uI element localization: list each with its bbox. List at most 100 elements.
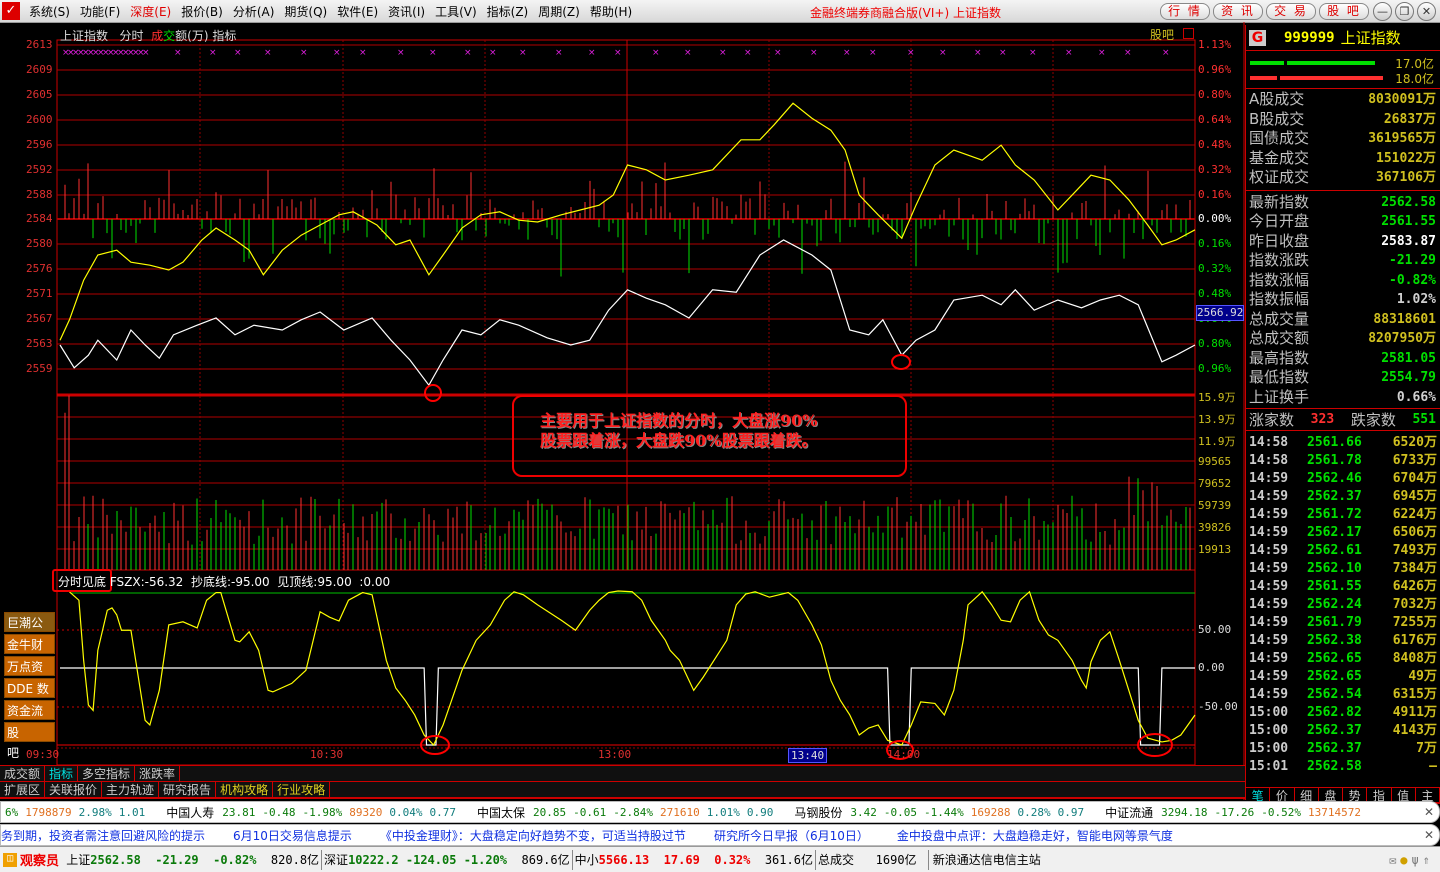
close-icon[interactable]: ✕ [1417, 2, 1436, 21]
trade-amount: 7255万 [1392, 615, 1437, 630]
trade-price: 2562.37 [1307, 741, 1362, 756]
close-news-icon[interactable]: ✕ [1424, 828, 1434, 842]
panel-tab[interactable]: 主 [1416, 788, 1440, 803]
sidebar-button[interactable]: 金牛财经 [4, 634, 55, 672]
sidebar-button[interactable]: 巨潮公告 [4, 612, 55, 650]
tab[interactable]: 成交额 [0, 766, 46, 782]
sidebar-button[interactable]: 资金流向 [4, 700, 55, 738]
tab[interactable]: 涨跌率 [135, 766, 181, 782]
news-item[interactable]: 6月10日交易信息提示 [233, 827, 352, 844]
restore-icon[interactable]: ❐ [1395, 2, 1414, 21]
tab[interactable]: 研究报告 [159, 782, 217, 798]
tab-fenshi[interactable]: 分时 [119, 29, 143, 43]
tab[interactable]: 多空指标 [78, 766, 136, 782]
signal-marker: × [359, 48, 367, 58]
tab[interactable]: 扩展区 [0, 782, 46, 798]
stat-label: A股成交 [1249, 90, 1305, 108]
stat-row: 最高指数 2581.05 [1246, 349, 1440, 369]
coin-icon[interactable]: ● [1400, 853, 1411, 867]
stat-row: A股成交 8030091万 [1246, 90, 1440, 110]
tab[interactable]: 指标 [45, 766, 79, 782]
trade-button[interactable]: 交 易 [1266, 3, 1316, 20]
trade-price: 2562.37 [1307, 723, 1362, 738]
tab[interactable]: 行业攻略 [273, 782, 331, 798]
trade-price: 2562.82 [1307, 705, 1362, 720]
stock-ticker[interactable]: 6% 1798879 2.98% 1.01 中国人寿 23.81 -0.48 -1.98% 89… [0, 801, 1440, 823]
price-axis-label: 2580 [26, 237, 53, 250]
news-item[interactable]: 《中投金理财》：大盘稳定向好趋势不变，可适当持股过节 [380, 827, 686, 844]
news-item[interactable]: 研究所今日早报（6月10日） [714, 827, 869, 844]
panel-tab[interactable]: 势 [1343, 788, 1368, 803]
panel-tab[interactable]: 价 [1270, 788, 1295, 803]
news-item[interactable]: 金中投盘中点评：大盘趋稳走好，智能电网等景气度 [897, 827, 1173, 844]
news-ticker[interactable]: 务到期，投资者需注意回避风险的提示 6月10日交易信息提示 《中投金理财》：大盘稳定… [0, 824, 1440, 846]
price-axis-label: 2559 [26, 362, 53, 375]
trade-amount: 49万 [1408, 669, 1437, 684]
ticker-item: 中证流通 [1105, 805, 1154, 820]
trade-amount: 6176万 [1392, 633, 1437, 648]
stat-row: 最低指数 2554.79 [1246, 368, 1440, 388]
pct-axis-zero: 0.00% [1198, 212, 1232, 225]
trade-row: 14:59 2562.17 6506万 [1246, 524, 1440, 542]
trade-amount: 7493万 [1392, 543, 1437, 558]
signal-marker: × [555, 48, 563, 58]
right-panel: G 999999 上证指数 17.0亿 18.0亿 A股成交 8030091万 B股… [1245, 25, 1440, 804]
tab[interactable]: 关联报价 [45, 782, 103, 798]
panel-tab[interactable]: 盘 [1319, 788, 1343, 803]
guba-link[interactable]: 股吧 [1150, 26, 1174, 43]
sidebar-button[interactable]: 股 吧 [4, 722, 55, 760]
trade-row: 14:59 2561.72 6224万 [1246, 506, 1440, 524]
guba-button[interactable]: 股 吧 [1319, 3, 1369, 20]
mail-icon[interactable]: ✉ [1389, 853, 1400, 867]
trade-time: 14:59 [1249, 597, 1289, 612]
trade-price: 2562.61 [1307, 543, 1362, 558]
signal-marker: × [907, 48, 915, 58]
sh-value: 2562.58 [90, 852, 141, 867]
signal-marker: × [939, 48, 947, 58]
sh-change: -21.29 [155, 852, 199, 867]
minimize-icon[interactable]: — [1373, 2, 1392, 21]
signal-marker: × [869, 48, 877, 58]
observer-label[interactable]: 观察员 [20, 850, 59, 869]
stat-value: 26837万 [1383, 111, 1436, 127]
signal-marker: × [234, 48, 242, 58]
signal-icon[interactable]: ψ [1412, 853, 1423, 867]
trade-time: 14:59 [1249, 669, 1289, 684]
split-icon[interactable] [1183, 28, 1194, 39]
status-icons[interactable]: ✉●ψ⇑ [1389, 853, 1440, 867]
panel-tab[interactable]: 笔 [1246, 788, 1271, 803]
up-arrows-icon[interactable]: ⇑ [1423, 853, 1434, 867]
sidebar-button[interactable]: DDE 数据 [4, 678, 55, 716]
pct-axis-label: 0.64% [1198, 113, 1232, 126]
stat-value: 2561.55 [1381, 214, 1436, 229]
trade-price: 2562.46 [1307, 471, 1362, 486]
observer-icon[interactable]: ◫ [3, 852, 17, 867]
panel-tab[interactable]: 指 [1367, 788, 1392, 803]
tab[interactable]: 主力轨迹 [102, 782, 160, 798]
signal-marker: × [999, 48, 1007, 58]
indicator-axis-label: 0.00 [1198, 661, 1225, 674]
trade-amount: 6224万 [1392, 507, 1437, 522]
tab[interactable]: 机构攻略 [216, 782, 274, 798]
ticker-item: 2.98% [78, 805, 112, 819]
price-axis-label: 2576 [26, 262, 53, 275]
sidebar-button[interactable]: 万点资讯 [4, 656, 55, 694]
news-item[interactable]: 务到期，投资者需注意回避风险的提示 [1, 827, 205, 844]
sz-percent: -1.20% [463, 852, 508, 867]
panel-tab[interactable]: 细 [1295, 788, 1319, 803]
panel-tab[interactable]: 值 [1392, 788, 1416, 803]
trade-price: 2562.24 [1307, 597, 1362, 612]
signal-marker: × [464, 48, 472, 58]
trade-amount: 6733万 [1392, 453, 1437, 468]
price-axis-label: 2584 [26, 212, 53, 225]
stat-label: B股成交 [1249, 109, 1305, 128]
trade-price: 2561.55 [1307, 579, 1362, 594]
ticker-item: 3294.18 [1161, 805, 1208, 819]
sz-change: -124.05 [405, 852, 457, 867]
volume-axis-label: 11.9万 [1198, 435, 1236, 448]
close-ticker-icon[interactable]: ✕ [1424, 805, 1434, 819]
signal-marker: × [397, 48, 405, 58]
indicator-values: FSZX:-56.32 抄底线:-95.00 见顶线:95.00 :0.00 [109, 575, 391, 589]
stat-value: 367106万 [1376, 170, 1436, 185]
volume-axis-label: 13.9万 [1198, 413, 1236, 426]
